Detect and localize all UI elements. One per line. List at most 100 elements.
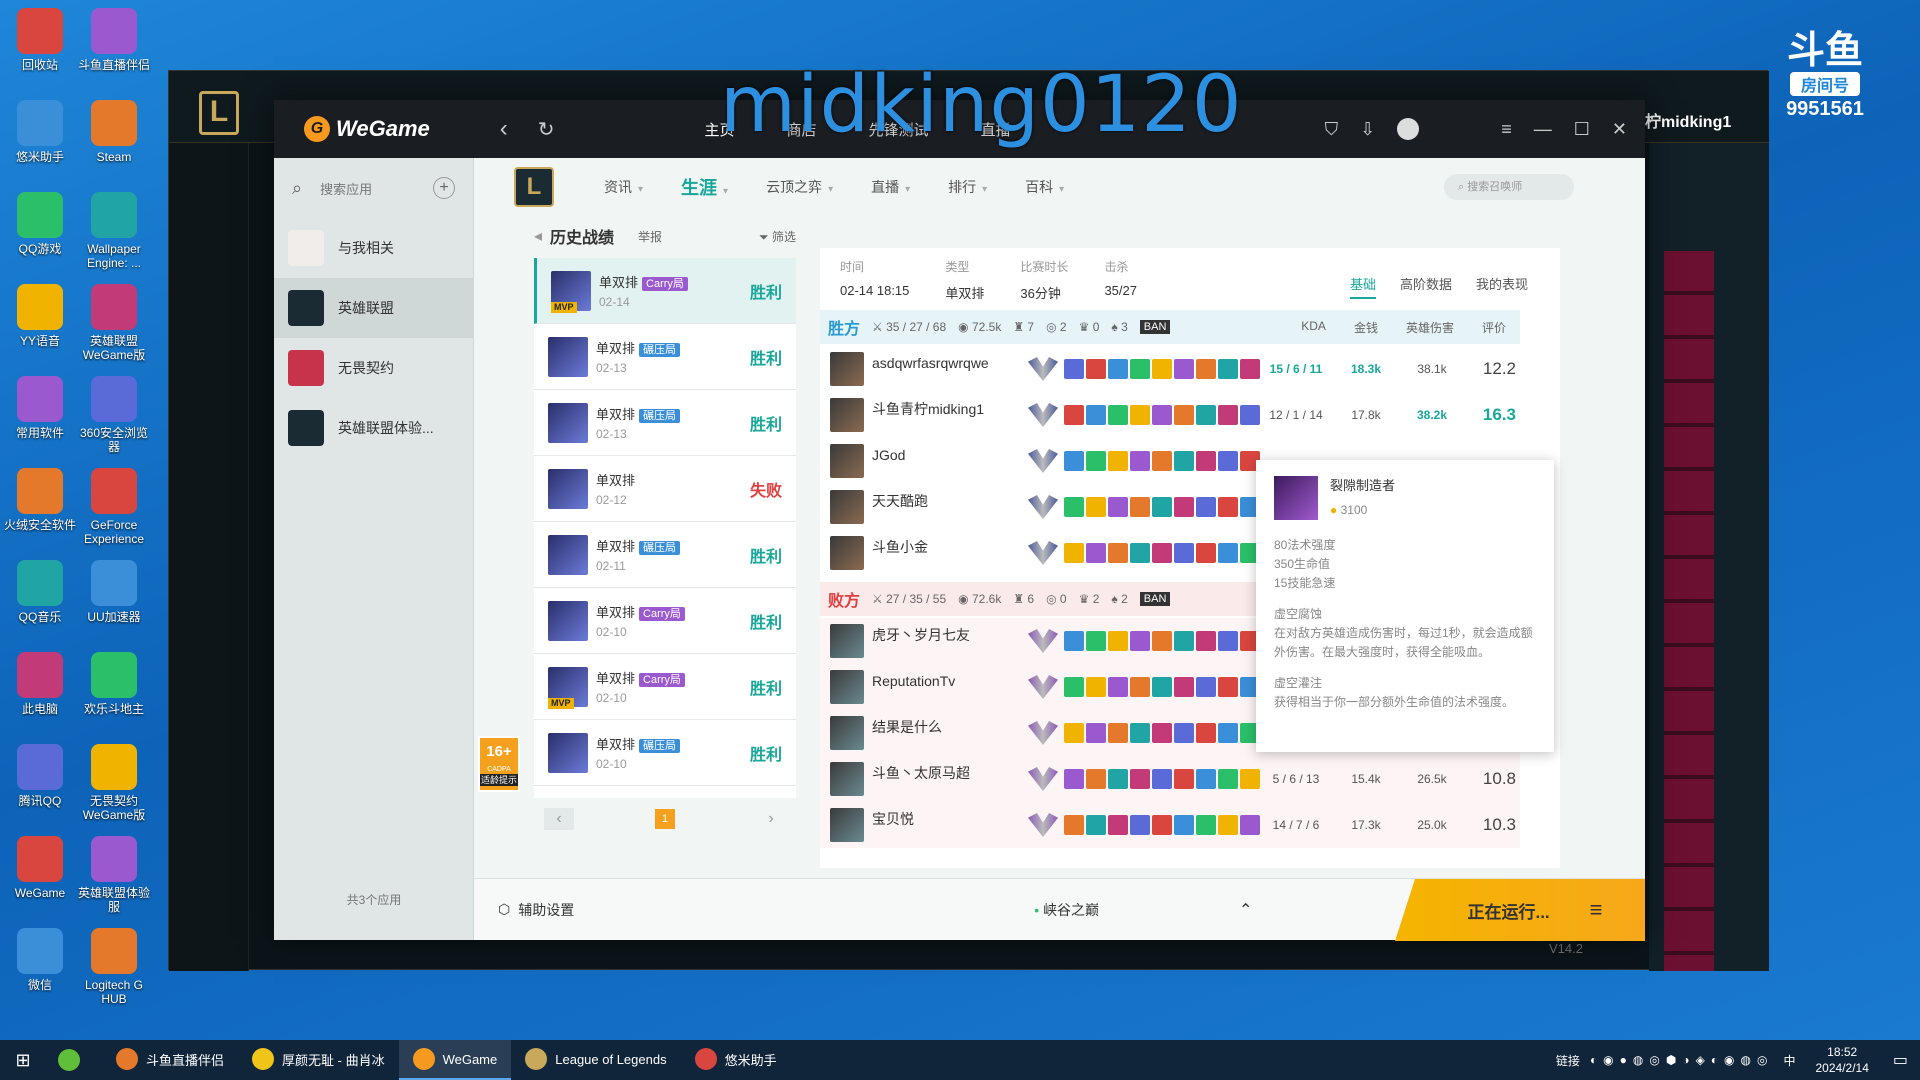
prev-page-button[interactable]: ‹ <box>544 808 574 830</box>
item-icon[interactable] <box>1130 543 1150 563</box>
item-icon[interactable] <box>1218 677 1238 697</box>
ime-indicator[interactable]: 中 <box>1783 1052 1795 1069</box>
item-icon[interactable] <box>1130 405 1150 425</box>
page-number[interactable]: 1 <box>655 809 675 829</box>
item-icon[interactable] <box>1086 677 1106 697</box>
item-icon[interactable] <box>1174 815 1194 835</box>
item-icon[interactable] <box>1196 405 1216 425</box>
item-icon[interactable] <box>1130 451 1150 471</box>
item-icon[interactable] <box>1064 451 1084 471</box>
taskbar-app[interactable]: 斗鱼直播伴侣 <box>102 1040 238 1080</box>
game-nav-item[interactable]: 直播 ▾ <box>871 177 910 197</box>
item-icon[interactable] <box>1086 631 1106 651</box>
item-icon[interactable] <box>1174 677 1194 697</box>
match-row[interactable]: 单双排 碾压局 02-13 胜利 <box>534 390 796 456</box>
item-icon[interactable] <box>1086 451 1106 471</box>
desktop-icon[interactable]: Logitech G HUB <box>74 928 154 1006</box>
item-icon[interactable] <box>1218 631 1238 651</box>
desktop-icon[interactable]: 英雄联盟体验服 <box>74 836 154 914</box>
item-icon[interactable] <box>1174 451 1194 471</box>
item-icon[interactable] <box>1064 677 1084 697</box>
minimize-icon[interactable]: — <box>1534 119 1552 140</box>
item-icon[interactable] <box>1064 769 1084 789</box>
item-icon[interactable] <box>1108 497 1128 517</box>
player-name[interactable]: 斗鱼丶太原马超 <box>872 765 970 781</box>
menu-icon[interactable]: ≡ <box>1501 119 1512 140</box>
desktop-icon[interactable]: 欢乐斗地主 <box>74 652 154 716</box>
desktop-icon[interactable]: 此电脑 <box>0 652 80 716</box>
game-running-button[interactable]: 正在运行... ≡ <box>1395 879 1645 941</box>
match-row[interactable]: 单双排 碾压局 02-13 胜利 <box>534 324 796 390</box>
player-row[interactable]: 斗鱼青柠midking1 12 / 1 / 14 17.8k 38.2k 16.3 <box>820 392 1520 438</box>
item-icon[interactable] <box>1086 359 1106 379</box>
desktop-icon[interactable]: YY语音 <box>0 284 80 348</box>
detail-tab[interactable]: 我的表现 <box>1476 274 1528 299</box>
item-icon[interactable] <box>1086 405 1106 425</box>
match-row[interactable]: 单双排 Carry局 02-10 胜利 <box>534 588 796 654</box>
app-search-input[interactable]: 搜索应用 <box>320 179 415 198</box>
taskbar-app[interactable]: 厚颜无耻 - 曲肖冰 <box>238 1040 399 1080</box>
desktop-icon[interactable]: 悠米助手 <box>0 100 80 164</box>
item-icon[interactable] <box>1130 677 1150 697</box>
item-icon[interactable] <box>1064 543 1084 563</box>
avatar[interactable] <box>1397 118 1420 140</box>
item-icon[interactable] <box>1196 451 1216 471</box>
sidebar-item[interactable]: 无畏契约 <box>274 338 473 398</box>
player-row[interactable]: asdqwrfasrqwrqwe 15 / 6 / 11 18.3k 38.1k 12.… <box>820 346 1520 392</box>
item-icon[interactable] <box>1130 631 1150 651</box>
summoner-search-input[interactable]: ⌕ 搜索召唤师 <box>1444 174 1574 200</box>
chevron-left-icon[interactable]: ◂ <box>534 226 542 246</box>
maximize-icon[interactable]: ☐ <box>1574 119 1590 140</box>
match-row[interactable]: MVP 单双排 Carry局 02-10 胜利 <box>534 654 796 720</box>
item-icon[interactable] <box>1174 631 1194 651</box>
item-icon[interactable] <box>1108 405 1128 425</box>
desktop-icon[interactable]: 英雄联盟WeGame版 <box>74 284 154 362</box>
desktop-icon[interactable]: QQ游戏 <box>0 192 80 256</box>
desktop-icon[interactable]: 360安全浏览器 <box>74 376 154 454</box>
item-icon[interactable] <box>1152 677 1172 697</box>
player-name[interactable]: 虎牙丶岁月七友 <box>872 627 970 643</box>
item-icon[interactable] <box>1152 359 1172 379</box>
game-nav-item[interactable]: 排行 ▾ <box>948 177 987 197</box>
report-link[interactable]: 举报 <box>638 228 662 245</box>
download-icon[interactable]: ⇩ <box>1360 119 1375 140</box>
game-nav-item[interactable]: 资讯 ▾ <box>604 177 643 197</box>
item-icon[interactable] <box>1174 359 1194 379</box>
player-name[interactable]: JGod <box>872 447 905 463</box>
notification-icon[interactable]: ▭ <box>1893 1050 1908 1070</box>
item-icon[interactable] <box>1218 359 1238 379</box>
item-icon[interactable] <box>1152 543 1172 563</box>
item-icon[interactable] <box>1240 405 1260 425</box>
item-icon[interactable] <box>1174 723 1194 743</box>
taskbar-app[interactable]: League of Legends <box>511 1040 680 1080</box>
sidebar-item[interactable]: 与我相关 <box>274 218 473 278</box>
player-name[interactable]: ReputationTv <box>872 673 955 689</box>
item-icon[interactable] <box>1174 497 1194 517</box>
desktop-icon[interactable]: WeGame <box>0 836 80 900</box>
refresh-icon[interactable]: ↻ <box>538 117 555 142</box>
player-name[interactable]: 斗鱼青柠midking1 <box>872 401 984 417</box>
taskbar-app[interactable]: WeGame <box>398 1040 512 1080</box>
item-icon[interactable] <box>1086 543 1106 563</box>
item-icon[interactable] <box>1218 815 1238 835</box>
close-icon[interactable]: ✕ <box>1612 119 1627 140</box>
item-icon[interactable] <box>1240 359 1260 379</box>
assist-settings-button[interactable]: ⬡ 辅助设置 <box>498 900 574 920</box>
desktop-icon[interactable]: 无畏契约WeGame版 <box>74 744 154 822</box>
player-name[interactable]: 结果是什么 <box>872 719 942 735</box>
item-icon[interactable] <box>1218 723 1238 743</box>
item-icon[interactable] <box>1064 815 1084 835</box>
desktop-icon[interactable]: Steam <box>74 100 154 164</box>
detail-tab[interactable]: 高阶数据 <box>1400 274 1452 299</box>
desktop-icon[interactable]: Wallpaper Engine: ... <box>74 192 154 270</box>
item-icon[interactable] <box>1218 769 1238 789</box>
item-icon[interactable] <box>1130 769 1150 789</box>
item-icon[interactable] <box>1218 451 1238 471</box>
item-icon[interactable] <box>1196 543 1216 563</box>
item-icon[interactable] <box>1196 723 1216 743</box>
player-name[interactable]: 宝贝悦 <box>872 811 914 827</box>
item-icon[interactable] <box>1086 723 1106 743</box>
item-icon[interactable] <box>1086 815 1106 835</box>
player-row[interactable]: 斗鱼丶太原马超 5 / 6 / 13 15.4k 26.5k 10.8 <box>820 756 1520 802</box>
sidebar-item[interactable]: 英雄联盟 <box>274 278 473 338</box>
